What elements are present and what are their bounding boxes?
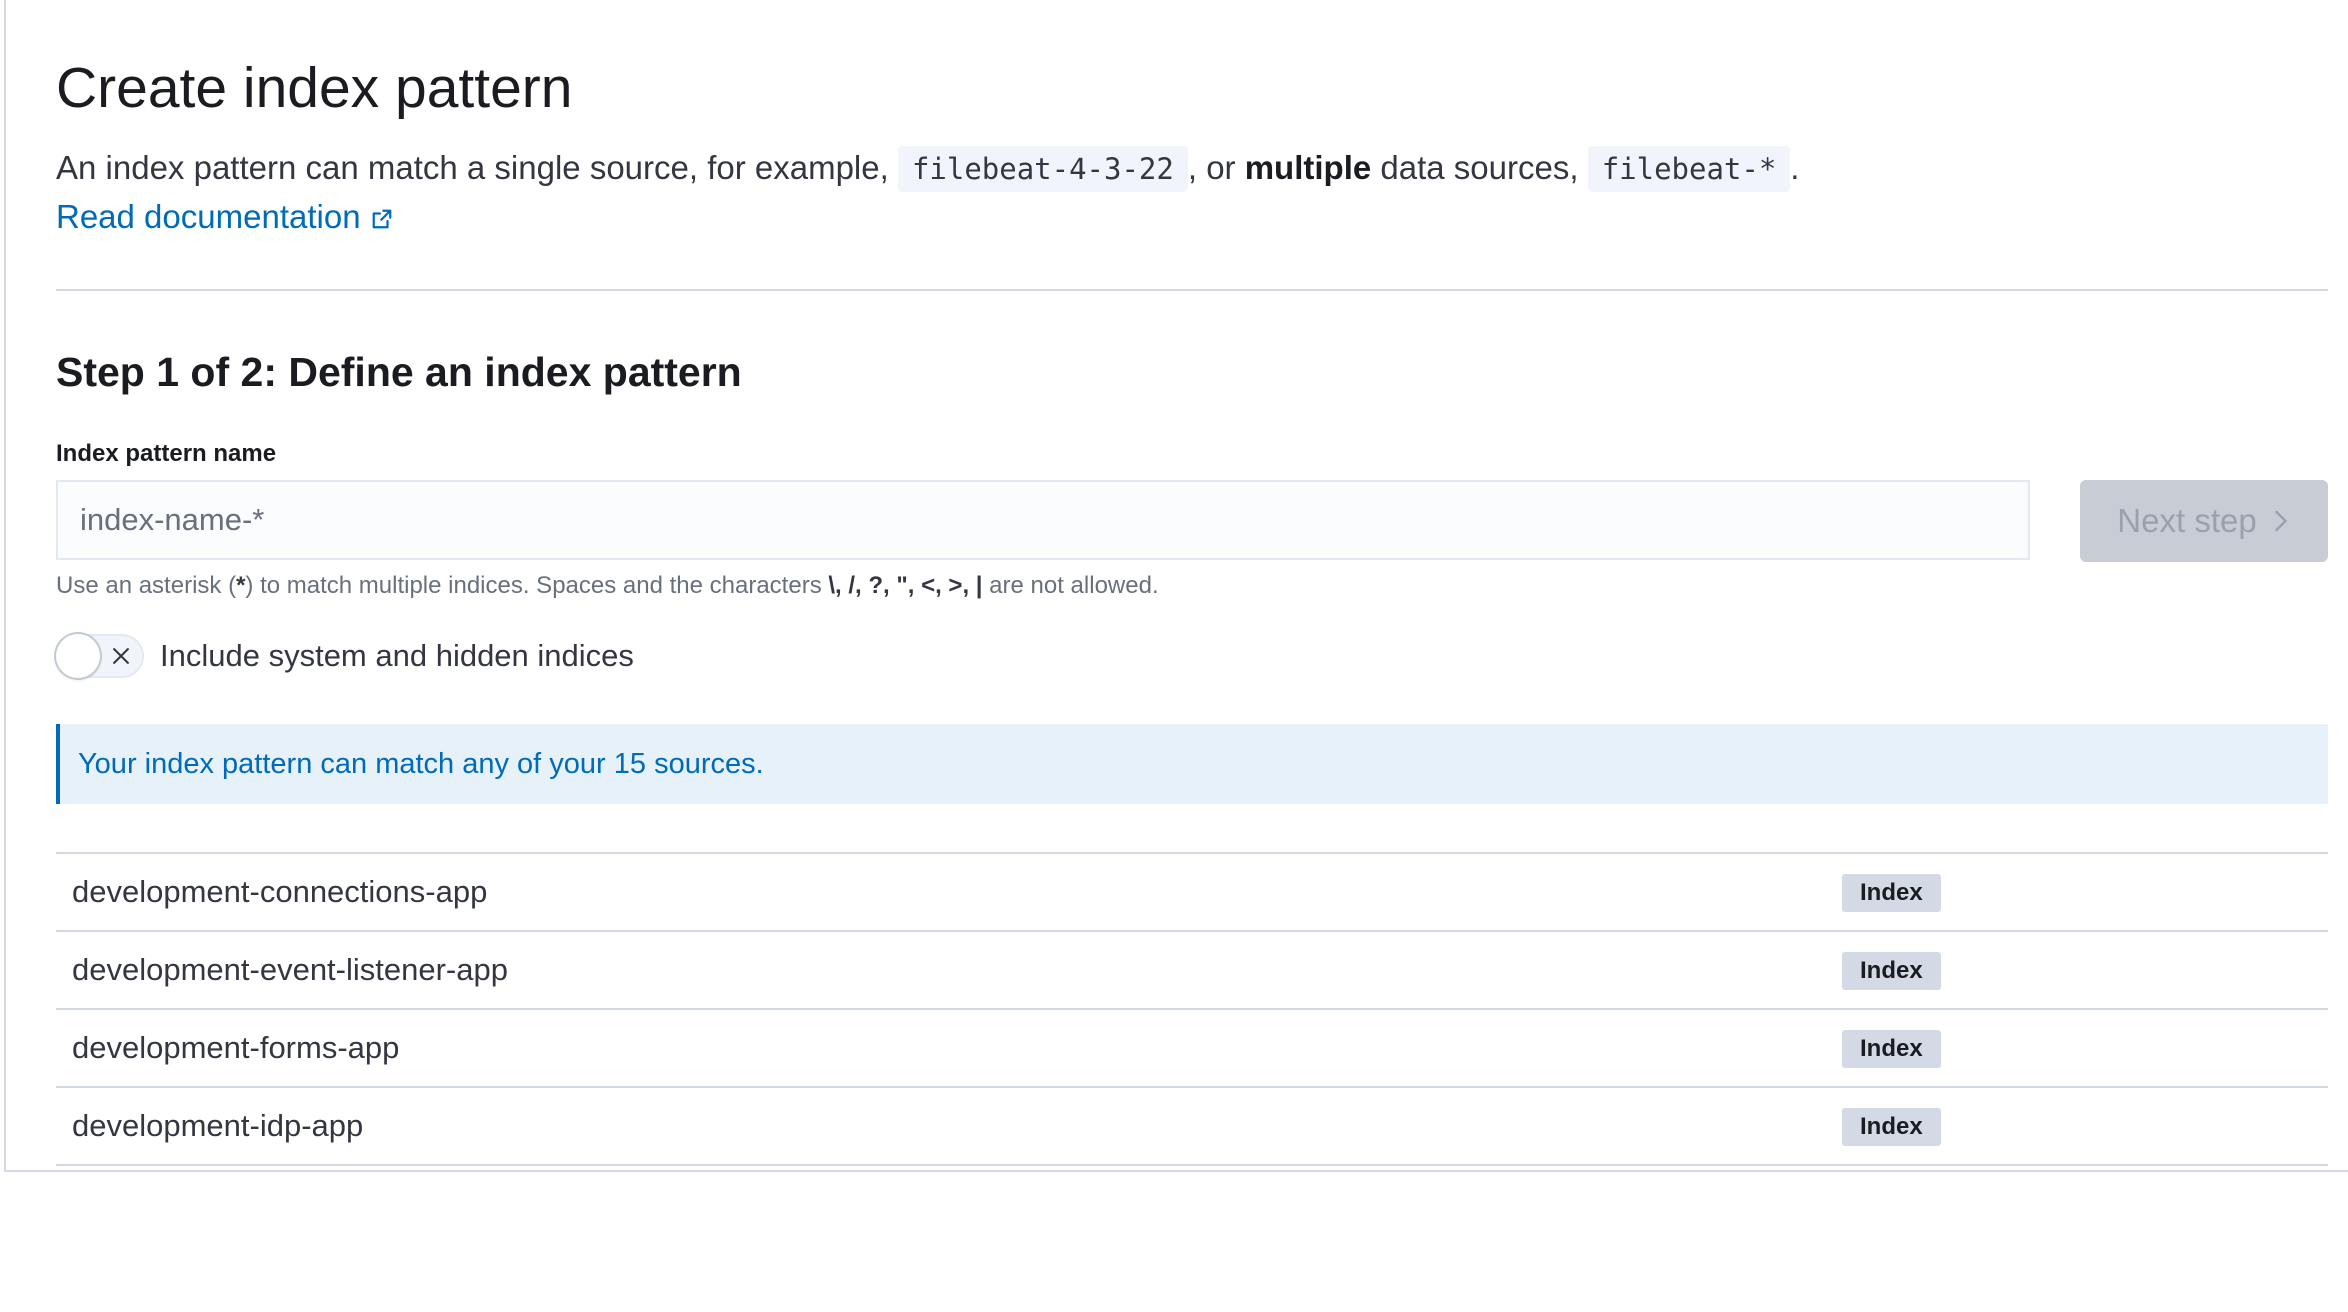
page-title: Create index pattern — [56, 56, 573, 120]
desc-or: , or — [1187, 149, 1245, 186]
next-step-label: Next step — [2117, 502, 2257, 539]
next-step-button[interactable]: Next step — [2080, 480, 2328, 562]
page-description: An index pattern can match a single sour… — [56, 142, 1799, 194]
index-badge: Index — [1842, 874, 1941, 912]
table-row: development-event-listener-app Index — [56, 932, 2328, 1010]
source-name: development-connections-app — [72, 874, 488, 909]
table-row: development-idp-app Index — [56, 1088, 2328, 1166]
source-name: development-idp-app — [72, 1108, 364, 1143]
index-pattern-panel: Create index pattern An index pattern ca… — [4, 0, 2348, 1172]
callout-text: Your index pattern can match any of your… — [78, 747, 764, 780]
help-prefix: Use an asterisk ( — [56, 572, 237, 599]
include-hidden-row: Include system and hidden indices — [56, 634, 634, 678]
source-name: development-forms-app — [72, 1030, 400, 1065]
table-row: development-connections-app Index — [56, 854, 2328, 932]
index-badge: Index — [1842, 952, 1941, 990]
desc-middle: data sources, — [1371, 149, 1588, 186]
chevron-right-icon — [2275, 510, 2287, 532]
index-pattern-name-input[interactable] — [56, 480, 2030, 560]
external-link-icon — [372, 209, 391, 229]
desc-end: . — [1790, 149, 1800, 186]
sources-table: development-connections-app Index develo… — [56, 852, 2328, 1166]
match-sources-callout: Your index pattern can match any of your… — [56, 724, 2328, 804]
source-name: development-event-listener-app — [72, 952, 508, 987]
help-asterisk: * — [236, 572, 246, 599]
index-badge: Index — [1842, 1108, 1941, 1146]
help-suffix: are not allowed. — [982, 572, 1159, 599]
include-hidden-label: Include system and hidden indices — [160, 638, 634, 673]
desc-prefix: An index pattern can match a single sour… — [56, 149, 898, 186]
read-documentation-label: Read documentation — [56, 198, 361, 235]
read-documentation-link[interactable]: Read documentation — [56, 192, 393, 242]
section-divider — [56, 289, 2328, 291]
index-badge: Index — [1842, 1030, 1941, 1068]
help-forbidden-chars: \, /, ?, ", <, >, | — [828, 572, 983, 599]
example-multiple-code: filebeat-* — [1587, 146, 1791, 192]
index-pattern-help-text: Use an asterisk (*) to match multiple in… — [56, 568, 1159, 604]
x-icon — [113, 648, 129, 664]
help-middle: ) to match multiple indices. Spaces and … — [245, 572, 829, 599]
example-single-code: filebeat-4-3-22 — [897, 146, 1188, 192]
toggle-knob — [56, 634, 100, 678]
table-row: development-forms-app Index — [56, 1010, 2328, 1088]
index-pattern-name-label: Index pattern name — [56, 440, 277, 467]
include-hidden-toggle[interactable] — [56, 634, 144, 678]
step-title: Step 1 of 2: Define an index pattern — [56, 349, 742, 395]
desc-multiple: multiple — [1244, 149, 1372, 186]
